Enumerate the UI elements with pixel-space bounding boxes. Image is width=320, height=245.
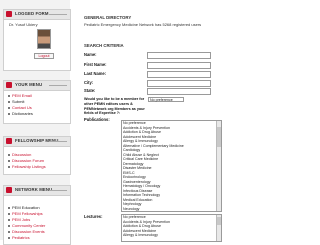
first-name-label: First Name:	[84, 62, 107, 67]
scrollbar[interactable]	[216, 121, 221, 211]
state-input[interactable]	[147, 88, 211, 95]
menu-item[interactable]: Pediatrics	[8, 235, 70, 241]
scrollbar[interactable]	[216, 215, 221, 241]
lectures-list[interactable]: No preference Accidents & Injury Prevent…	[121, 214, 222, 242]
menu-item[interactable]: Dictionaries	[8, 111, 70, 117]
avatar	[37, 29, 51, 49]
logged-header: LOGGED FORM	[4, 10, 70, 20]
fellowship-box: FELLOWSHIP MENU Discussion Discussion Fo…	[3, 136, 71, 175]
logout-button[interactable]: Logout	[34, 53, 54, 59]
your-menu-title: YOUR MENU	[15, 82, 43, 87]
volunteer-select[interactable]: No preference	[148, 97, 184, 102]
city-label: City:	[84, 80, 94, 85]
your-menu-box: YOUR MENU PEM Email Submit Contact Us Di…	[3, 80, 71, 124]
publications-list[interactable]: No preference Accidents & Injury Prevent…	[121, 120, 222, 212]
first-name-input[interactable]	[147, 62, 211, 69]
directory-title: GENERAL DIRECTORY	[84, 15, 132, 20]
last-name-label: Last Name:	[84, 71, 107, 76]
directory-text: Pediatric Emergency Medicine Network has…	[84, 22, 202, 27]
lectures-label: Lectures:	[84, 214, 103, 219]
state-label: State:	[84, 88, 96, 93]
menu-item[interactable]: Fellowship Listings	[8, 164, 70, 170]
user-name: Dr. Yusuf Ukiery	[9, 22, 38, 27]
section-icon	[6, 11, 12, 17]
logged-title: LOGGED FORM	[15, 11, 49, 16]
city-input[interactable]	[147, 80, 211, 87]
network-menu: PEM Education PEM Fellowships PEM Jobs C…	[4, 196, 70, 244]
logged-box: LOGGED FORM Dr. Yusuf Ukiery Logout	[3, 9, 71, 71]
your-menu: PEM Email Submit Contact Us Dictionaries	[4, 91, 70, 120]
name-input[interactable]	[147, 52, 211, 59]
sidebar: LOGGED FORM Dr. Yusuf Ukiery Logout YOUR…	[0, 0, 71, 245]
network-title: NETWORK MENU	[15, 187, 53, 192]
section-icon	[6, 138, 12, 144]
fellowship-menu: Discussion Discussion Forum Fellowship L…	[4, 147, 70, 173]
network-box: NETWORK MENU PEM Education PEM Fellowshi…	[3, 185, 71, 245]
section-icon	[6, 82, 12, 88]
search-title: SEARCH CRITERIA	[84, 43, 124, 48]
name-label: Name:	[84, 52, 97, 57]
publications-label: Publications:	[84, 117, 110, 122]
last-name-input[interactable]	[147, 71, 211, 78]
volunteer-label: Would you like to be a member for other …	[84, 97, 145, 116]
section-icon	[6, 187, 12, 193]
